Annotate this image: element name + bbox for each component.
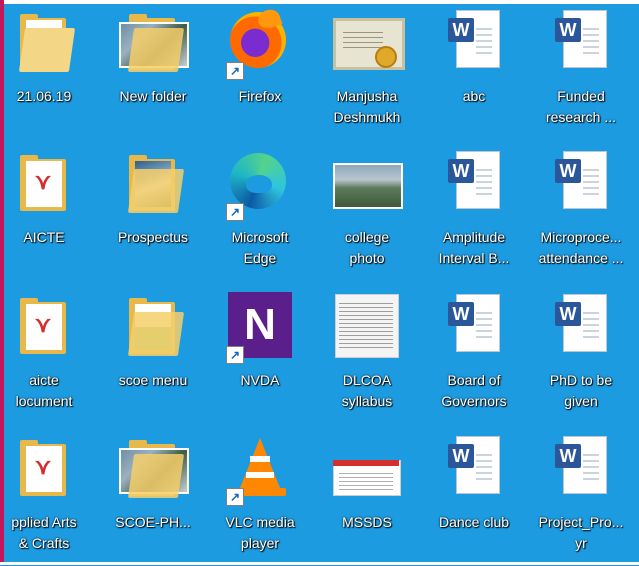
desktop-icon-dance-club[interactable]: W Dance club	[422, 430, 526, 566]
folder-icon	[8, 8, 80, 80]
icon-label: aicte locument	[15, 372, 73, 409]
word-document-icon: W	[438, 292, 510, 364]
icon-label: AICTE	[23, 229, 65, 245]
desktop-icon-nvda[interactable]: N ↗ NVDA	[208, 288, 312, 424]
folder-icon	[117, 8, 189, 80]
icon-label: Microproce... attendance ...	[538, 229, 624, 266]
desktop-icon-scoe-menu[interactable]: scoe menu	[101, 288, 205, 424]
certificate-image-icon	[331, 8, 405, 80]
icon-label: Microsoft Edge	[231, 229, 289, 266]
word-document-icon: W	[545, 8, 617, 80]
icon-label: scoe menu	[118, 372, 188, 388]
icon-label: Project_Pro... yr	[538, 514, 624, 551]
desktop-icon-mssds[interactable]: MSSDS	[315, 430, 419, 566]
icon-label: Firefox	[238, 88, 282, 104]
folder-icon	[117, 149, 189, 221]
desktop-icon-vlc-media-player[interactable]: ↗ VLC media player	[208, 430, 312, 566]
icon-label: abc	[462, 88, 486, 104]
folder-icon	[117, 434, 189, 506]
desktop-icon-prospectus[interactable]: Prospectus	[101, 145, 205, 281]
desktop-icon-phd-to-be-given[interactable]: W PhD to be given	[529, 288, 633, 424]
firefox-icon: ↗	[224, 6, 296, 80]
shortcut-arrow-icon: ↗	[226, 203, 244, 221]
icon-label: New folder	[119, 88, 187, 104]
vlc-icon: ↗	[224, 434, 296, 506]
desktop-icon-dlcoa-syllabus[interactable]: DLCOA syllabus	[315, 288, 419, 424]
desktop-icon-funded-research[interactable]: W Funded research ...	[529, 4, 633, 140]
shortcut-arrow-icon: ↗	[226, 488, 244, 506]
desktop-icon-21-06-19[interactable]: 21.06.19	[0, 4, 96, 140]
icon-label: SCOE-PH...	[115, 514, 191, 530]
desktop-icon-college-photo[interactable]: college photo	[315, 145, 419, 281]
icon-label: Funded research ...	[545, 88, 617, 125]
desktop-icon-board-of-governors[interactable]: W Board of Governors	[422, 288, 526, 424]
photo-icon	[331, 149, 403, 221]
desktop-icon-firefox[interactable]: ↗ Firefox	[208, 4, 312, 140]
icon-label: college photo	[344, 229, 390, 266]
desktop-icon-microprocessor-attendance[interactable]: W Microproce... attendance ...	[529, 145, 633, 281]
desktop-icon-new-folder[interactable]: New folder	[101, 4, 205, 140]
document-image-icon	[331, 434, 403, 506]
scanned-document-icon	[331, 292, 403, 364]
icon-label: MSSDS	[342, 514, 392, 530]
desktop-icon-project-pro-yr[interactable]: W Project_Pro... yr	[529, 430, 633, 566]
desktop-icon-aicte[interactable]: ⋎ AICTE	[0, 145, 96, 281]
word-document-icon: W	[438, 149, 510, 221]
icon-label: 21.06.19	[16, 88, 72, 104]
icon-label: PhD to be given	[549, 372, 613, 409]
edge-icon: ↗	[224, 149, 296, 221]
shortcut-arrow-icon: ↗	[226, 62, 244, 80]
desktop-icon-scoe-ph[interactable]: SCOE-PH...	[101, 430, 205, 566]
folder-icon	[117, 292, 189, 364]
nvda-icon: N ↗	[224, 292, 296, 364]
word-document-icon: W	[545, 149, 617, 221]
icon-label: NVDA	[240, 372, 280, 388]
desktop-icon-microsoft-edge[interactable]: ↗ Microsoft Edge	[208, 145, 312, 281]
word-document-icon: W	[545, 292, 617, 364]
icon-label: Manjusha Deshmukh	[333, 88, 401, 125]
icon-label: Dance club	[438, 514, 510, 530]
word-document-icon: W	[438, 434, 510, 506]
desktop-icon-aicte-document[interactable]: ⋎ aicte locument	[0, 288, 96, 424]
desktop-icon-abc[interactable]: W abc	[422, 4, 526, 140]
pdf-folder-icon: ⋎	[8, 292, 80, 364]
shortcut-arrow-icon: ↗	[226, 346, 244, 364]
icon-label: Amplitude Interval B...	[438, 229, 510, 266]
icon-label: pplied Arts & Crafts	[11, 514, 77, 551]
pdf-folder-icon: ⋎	[8, 149, 80, 221]
desktop-icon-applied-arts-crafts[interactable]: ⋎ pplied Arts & Crafts	[0, 430, 96, 566]
desktop-icon-amplitude-interval[interactable]: W Amplitude Interval B...	[422, 145, 526, 281]
icon-label: Prospectus	[117, 229, 189, 245]
desktop-icon-manjusha-deshmukh[interactable]: Manjusha Deshmukh	[315, 4, 419, 140]
icon-label: Board of Governors	[441, 372, 507, 409]
word-document-icon: W	[438, 8, 510, 80]
word-document-icon: W	[545, 434, 617, 506]
icon-label: VLC media player	[225, 514, 295, 551]
pdf-folder-icon: ⋎	[8, 434, 80, 506]
icon-label: DLCOA syllabus	[341, 372, 393, 409]
